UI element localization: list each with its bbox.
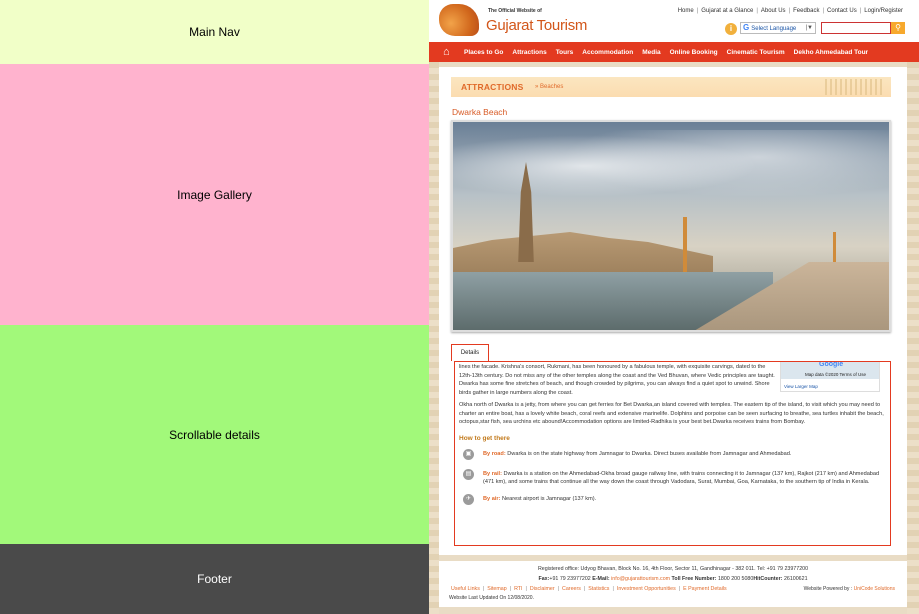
annotation-footer: Footer (0, 544, 429, 614)
toplink-glance[interactable]: Gujarat at a Glance (701, 8, 753, 14)
toplink-login[interactable]: Login/Register (864, 8, 903, 14)
website: The Official Website of Gujarat Tourism … (429, 0, 919, 614)
top-links: Home | Gujarat at a Glance | About Us | Feedba… (677, 8, 903, 14)
chevron-down-icon: |▼ (805, 25, 814, 31)
how-to-get-there-heading: How to get there (459, 434, 510, 442)
powered-by: Website Powered by : UniCode Solutions (804, 586, 895, 592)
side-decoration (429, 62, 439, 614)
fax-label: Fax: (538, 576, 550, 582)
logo-tagline: The Official Website of (488, 8, 542, 14)
nav-media[interactable]: Media (642, 49, 660, 56)
travel-by-rail: ▤ By rail: Dwarka is a station on the Ah… (459, 468, 886, 487)
footer-link-disclaimer[interactable]: Disclaimer (530, 586, 555, 592)
travel-mode-label: By rail: (483, 470, 502, 477)
footer-link-statistics[interactable]: Statistics (588, 586, 609, 592)
nav-tours[interactable]: Tours (556, 49, 574, 56)
footer-link-epayment[interactable]: E Payment Details (683, 586, 727, 592)
language-label: Select Language (751, 26, 797, 32)
powered-label: Website Powered by : (803, 586, 853, 592)
footer-link-sitemap[interactable]: Sitemap (487, 586, 506, 592)
page-title: Dwarka Beach (452, 107, 508, 117)
annotation-label: Main Nav (189, 25, 240, 39)
skyline-decoration (825, 79, 885, 95)
site-logo[interactable]: The Official Website of Gujarat Tourism (437, 4, 587, 38)
google-logo: Google (819, 361, 844, 368)
bus-icon: ▣ (463, 448, 474, 460)
toplink-feedback[interactable]: Feedback (793, 8, 819, 14)
nav-online-booking[interactable]: Online Booking (670, 49, 718, 56)
nav-cinematic-tourism[interactable]: Cinematic Tourism (727, 49, 785, 56)
tab-details[interactable]: Details (451, 344, 489, 361)
hitcounter-label: HitCounter: (753, 576, 783, 582)
nav-attractions[interactable]: Attractions (512, 49, 546, 56)
lion-logo-icon (439, 4, 479, 36)
email-label: E-Mail: (592, 576, 610, 582)
photo-bridge-tower (683, 217, 687, 272)
annotation-image-gallery: Image Gallery (0, 64, 429, 325)
toplink-contact[interactable]: Contact Us (827, 8, 857, 14)
nav-dekho-ahmedabad[interactable]: Dekho Ahmedabad Tour (794, 49, 868, 56)
search-input[interactable] (821, 22, 891, 34)
nav-places-to-go[interactable]: Places to Go (464, 49, 503, 56)
footer-link-careers[interactable]: Careers (562, 586, 581, 592)
footer-office-address: Registered office: Udyog Bhavan, Block N… (537, 566, 809, 572)
annotation-label: Image Gallery (177, 187, 252, 202)
travel-mode-text: Dwarka is a station on the Ahmedabad-Okh… (483, 470, 880, 486)
annotation-scrollable-details: Scrollable details (0, 325, 429, 544)
travel-mode-label: By road: (483, 450, 506, 457)
annotation-column: Main Nav Image Gallery Scrollable detail… (0, 0, 429, 614)
fax-value: +91 79 23977202 (549, 576, 591, 582)
nav-accommodation[interactable]: Accommodation (582, 49, 633, 56)
last-updated: Website Last Updated On 12/08/2020. (449, 595, 534, 601)
annotation-main-nav: Main Nav (0, 0, 429, 64)
language-select[interactable]: G Select Language |▼ (740, 22, 816, 34)
footer-links: Useful Links | Sitemap | RTI | Disclaimer | Care… (451, 586, 727, 592)
embedded-map[interactable]: Google Map data ©2020 Terms of Use View … (780, 361, 880, 392)
annotation-label: Scrollable details (169, 427, 260, 442)
email-link[interactable]: info@gujarattourism.com (611, 576, 670, 582)
info-icon[interactable]: i (725, 23, 737, 35)
footer-link-useful-links[interactable]: Useful Links (451, 586, 480, 592)
site-header: The Official Website of Gujarat Tourism … (429, 0, 919, 42)
hitcounter-value: 26100621 (783, 576, 808, 582)
details-scroll-area[interactable]: Google Map data ©2020 Terms of Use View … (454, 361, 891, 546)
main-nav: ⌂ Places to Go Attractions Tours Accommo… (429, 42, 919, 62)
footer-link-investment[interactable]: Investment Opportunities (617, 586, 676, 592)
breadcrumb-beaches[interactable]: » Beaches (535, 84, 563, 90)
toplink-about[interactable]: About Us (761, 8, 786, 14)
google-g-icon: G (743, 23, 750, 32)
site-footer: Registered office: Udyog Bhavan, Block N… (439, 561, 907, 607)
tollfree-value: 1800 200 5080 (717, 576, 754, 582)
section-title: ATTRACTIONS (461, 82, 524, 92)
nav-items: Places to Go Attractions Tours Accommoda… (464, 42, 877, 62)
view-larger-map-link[interactable]: View Larger Map (784, 384, 818, 389)
logo-title: Gujarat Tourism (486, 17, 588, 34)
map-data-text: Map data ©2020 Terms of Use (805, 372, 867, 377)
home-icon[interactable]: ⌂ (443, 46, 455, 58)
travel-by-air: ✈ By air: Nearest airport is Jamnagar (1… (459, 493, 886, 507)
gallery-image[interactable] (451, 120, 891, 332)
breadcrumb: ATTRACTIONS » Beaches (451, 77, 891, 97)
travel-mode-label: By air: (483, 495, 501, 502)
annotation-label: Footer (197, 572, 232, 586)
details-paragraph: Okha north of Dwarka is a jetty, from wh… (459, 402, 884, 425)
footer-link-rti[interactable]: RTI (514, 586, 522, 592)
powered-by-link[interactable]: UniCode Solutions (854, 586, 895, 592)
details-paragraph: lines the facade. Krishna's consort, Ruk… (459, 364, 775, 396)
airplane-icon: ✈ (463, 493, 474, 505)
photo-clouds (453, 130, 889, 220)
side-decoration (907, 62, 919, 614)
travel-by-road: ▣ By road: Dwarka is on the state highwa… (459, 448, 886, 462)
train-icon: ▤ (463, 468, 474, 480)
tollfree-label: Toll Free Number: (671, 576, 717, 582)
toplink-home[interactable]: Home (678, 8, 694, 14)
travel-mode-text: Nearest airport is Jamnagar (137 km). (501, 495, 597, 502)
travel-mode-text: Dwarka is on the state highway from Jamn… (507, 450, 792, 457)
search-icon[interactable]: ⚲ (891, 22, 905, 34)
screenshot: Main Nav Image Gallery Scrollable detail… (0, 0, 919, 614)
footer-contact: Fax:+91 79 23977202 E-Mail: info@gujarat… (439, 576, 907, 582)
content-panel: ATTRACTIONS » Beaches Dwarka Beach Detai… (439, 67, 907, 555)
